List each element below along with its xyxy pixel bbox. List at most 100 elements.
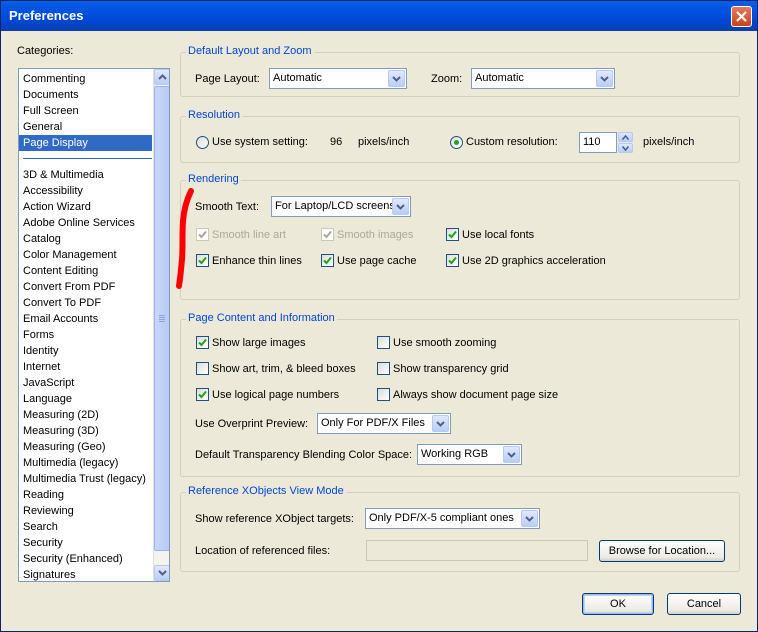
title-bar[interactable]: Preferences	[1, 1, 757, 31]
smooth-text-label: Smooth Text:	[195, 201, 259, 213]
scroll-down-button[interactable]	[154, 565, 169, 581]
grip-icon	[159, 315, 165, 322]
list-item[interactable]: Measuring (3D)	[19, 423, 152, 439]
spin-up-button[interactable]	[618, 132, 633, 142]
show-large-images-label: Show large images	[212, 337, 306, 349]
chevron-up-icon	[158, 74, 167, 80]
custom-resolution-radio[interactable]	[450, 136, 463, 149]
chevron-down-icon	[158, 570, 167, 576]
list-item[interactable]: Commenting	[19, 71, 152, 87]
browse-location-button[interactable]: Browse for Location...	[599, 540, 725, 562]
use-logical-page-numbers-checkbox[interactable]	[196, 388, 209, 401]
list-item[interactable]: Multimedia (legacy)	[19, 455, 152, 471]
use-page-cache-checkbox[interactable]	[321, 254, 334, 267]
show-transparency-grid-label: Show transparency grid	[393, 363, 509, 375]
overprint-preview-value: Only For PDF/X Files	[321, 417, 425, 429]
list-item[interactable]: Page Display	[19, 135, 152, 151]
list-item[interactable]: Signatures	[19, 567, 152, 581]
list-item[interactable]: Action Wizard	[19, 199, 152, 215]
red-annotation-mark	[176, 188, 194, 289]
list-item[interactable]: Full Screen	[19, 103, 152, 119]
categories-label: Categories:	[17, 45, 74, 57]
xobject-targets-select[interactable]: Only PDF/X-5 compliant ones	[365, 508, 540, 529]
dropdown-arrow[interactable]	[432, 415, 449, 432]
page-content-title: Page Content and Information	[186, 312, 337, 324]
dropdown-arrow[interactable]	[392, 198, 409, 215]
chevron-down-icon	[507, 452, 516, 458]
custom-resolution-value: 110	[583, 136, 601, 148]
list-item[interactable]: 3D & Multimedia	[19, 167, 152, 183]
list-item[interactable]: Content Editing	[19, 263, 152, 279]
custom-resolution-label: Custom resolution:	[466, 136, 558, 148]
list-item[interactable]: Security	[19, 535, 152, 551]
list-item[interactable]: Internet	[19, 359, 152, 375]
list-item[interactable]: Search	[19, 519, 152, 535]
preferences-dialog: Preferences Categories: Commenting Docume…	[0, 0, 758, 632]
categories-scrollbar[interactable]	[153, 69, 169, 581]
system-dpi-unit: pixels/inch	[358, 136, 410, 148]
dropdown-arrow[interactable]	[503, 446, 520, 463]
blending-space-select[interactable]: Working RGB	[417, 444, 522, 465]
list-item[interactable]: Language	[19, 391, 152, 407]
chevron-down-icon	[525, 516, 534, 522]
page-layout-label: Page Layout:	[195, 73, 260, 85]
scroll-up-button[interactable]	[154, 69, 169, 85]
list-item[interactable]: JavaScript	[19, 375, 152, 391]
always-show-doc-size-checkbox[interactable]	[377, 388, 390, 401]
categories-items: Commenting Documents Full Screen General Pag…	[19, 71, 152, 581]
scroll-thumb[interactable]	[154, 86, 169, 551]
always-show-doc-size-label: Always show document page size	[393, 389, 559, 401]
zoom-label: Zoom:	[431, 73, 463, 85]
list-item[interactable]: Security (Enhanced)	[19, 551, 152, 567]
list-item[interactable]: Documents	[19, 87, 152, 103]
layout-zoom-title: Default Layout and Zoom	[186, 45, 314, 57]
use-smooth-zooming-checkbox[interactable]	[377, 336, 390, 349]
list-item[interactable]: Reading	[19, 487, 152, 503]
chevron-down-icon	[396, 204, 405, 210]
dropdown-arrow[interactable]	[521, 510, 538, 527]
close-button[interactable]	[731, 6, 752, 27]
custom-resolution-input[interactable]: 110	[579, 132, 617, 153]
smooth-text-select[interactable]: For Laptop/LCD screens	[271, 196, 411, 217]
use-2d-accel-checkbox[interactable]	[446, 254, 459, 267]
overprint-preview-label: Use Overprint Preview:	[195, 418, 309, 430]
list-item[interactable]: Email Accounts	[19, 311, 152, 327]
show-large-images-checkbox[interactable]	[196, 336, 209, 349]
location-field	[366, 540, 588, 561]
categories-list[interactable]: Commenting Documents Full Screen General Pag…	[18, 68, 170, 582]
list-item[interactable]: Convert To PDF	[19, 295, 152, 311]
page-layout-select[interactable]: Automatic	[269, 68, 407, 89]
location-label: Location of referenced files:	[195, 545, 331, 557]
list-item[interactable]: Identity	[19, 343, 152, 359]
list-item[interactable]: Multimedia Trust (legacy)	[19, 471, 152, 487]
smooth-images-checkbox[interactable]	[321, 228, 334, 241]
show-art-trim-bleed-checkbox[interactable]	[196, 362, 209, 375]
system-dpi-value: 96	[330, 136, 343, 148]
blending-space-label: Default Transparency Blending Color Spac…	[195, 449, 413, 461]
use-system-radio[interactable]	[196, 136, 209, 149]
overprint-preview-select[interactable]: Only For PDF/X Files	[317, 413, 451, 434]
checkmark-icon	[198, 338, 207, 347]
list-item[interactable]: Color Management	[19, 247, 152, 263]
ok-button[interactable]: OK	[582, 593, 654, 615]
use-local-fonts-checkbox[interactable]	[446, 228, 459, 241]
list-item[interactable]: Convert From PDF	[19, 279, 152, 295]
list-item[interactable]: Catalog	[19, 231, 152, 247]
list-item[interactable]: Measuring (2D)	[19, 407, 152, 423]
list-item[interactable]: Accessibility	[19, 183, 152, 199]
list-item[interactable]: Forms	[19, 327, 152, 343]
checkmark-icon	[198, 256, 207, 265]
list-item[interactable]: Reviewing	[19, 503, 152, 519]
list-item[interactable]: Measuring (Geo)	[19, 439, 152, 455]
list-item[interactable]: General	[19, 119, 152, 135]
spin-down-button[interactable]	[618, 143, 633, 153]
list-item[interactable]: Adobe Online Services	[19, 215, 152, 231]
xobject-targets-value: Only PDF/X-5 compliant ones	[369, 512, 514, 524]
show-transparency-grid-checkbox[interactable]	[377, 362, 390, 375]
cancel-button[interactable]: Cancel	[667, 593, 741, 615]
dropdown-arrow[interactable]	[596, 70, 613, 87]
xobjects-title: Reference XObjects View Mode	[186, 485, 346, 497]
zoom-select[interactable]: Automatic	[471, 68, 615, 89]
dropdown-arrow[interactable]	[388, 70, 405, 87]
checkmark-icon	[198, 230, 207, 239]
